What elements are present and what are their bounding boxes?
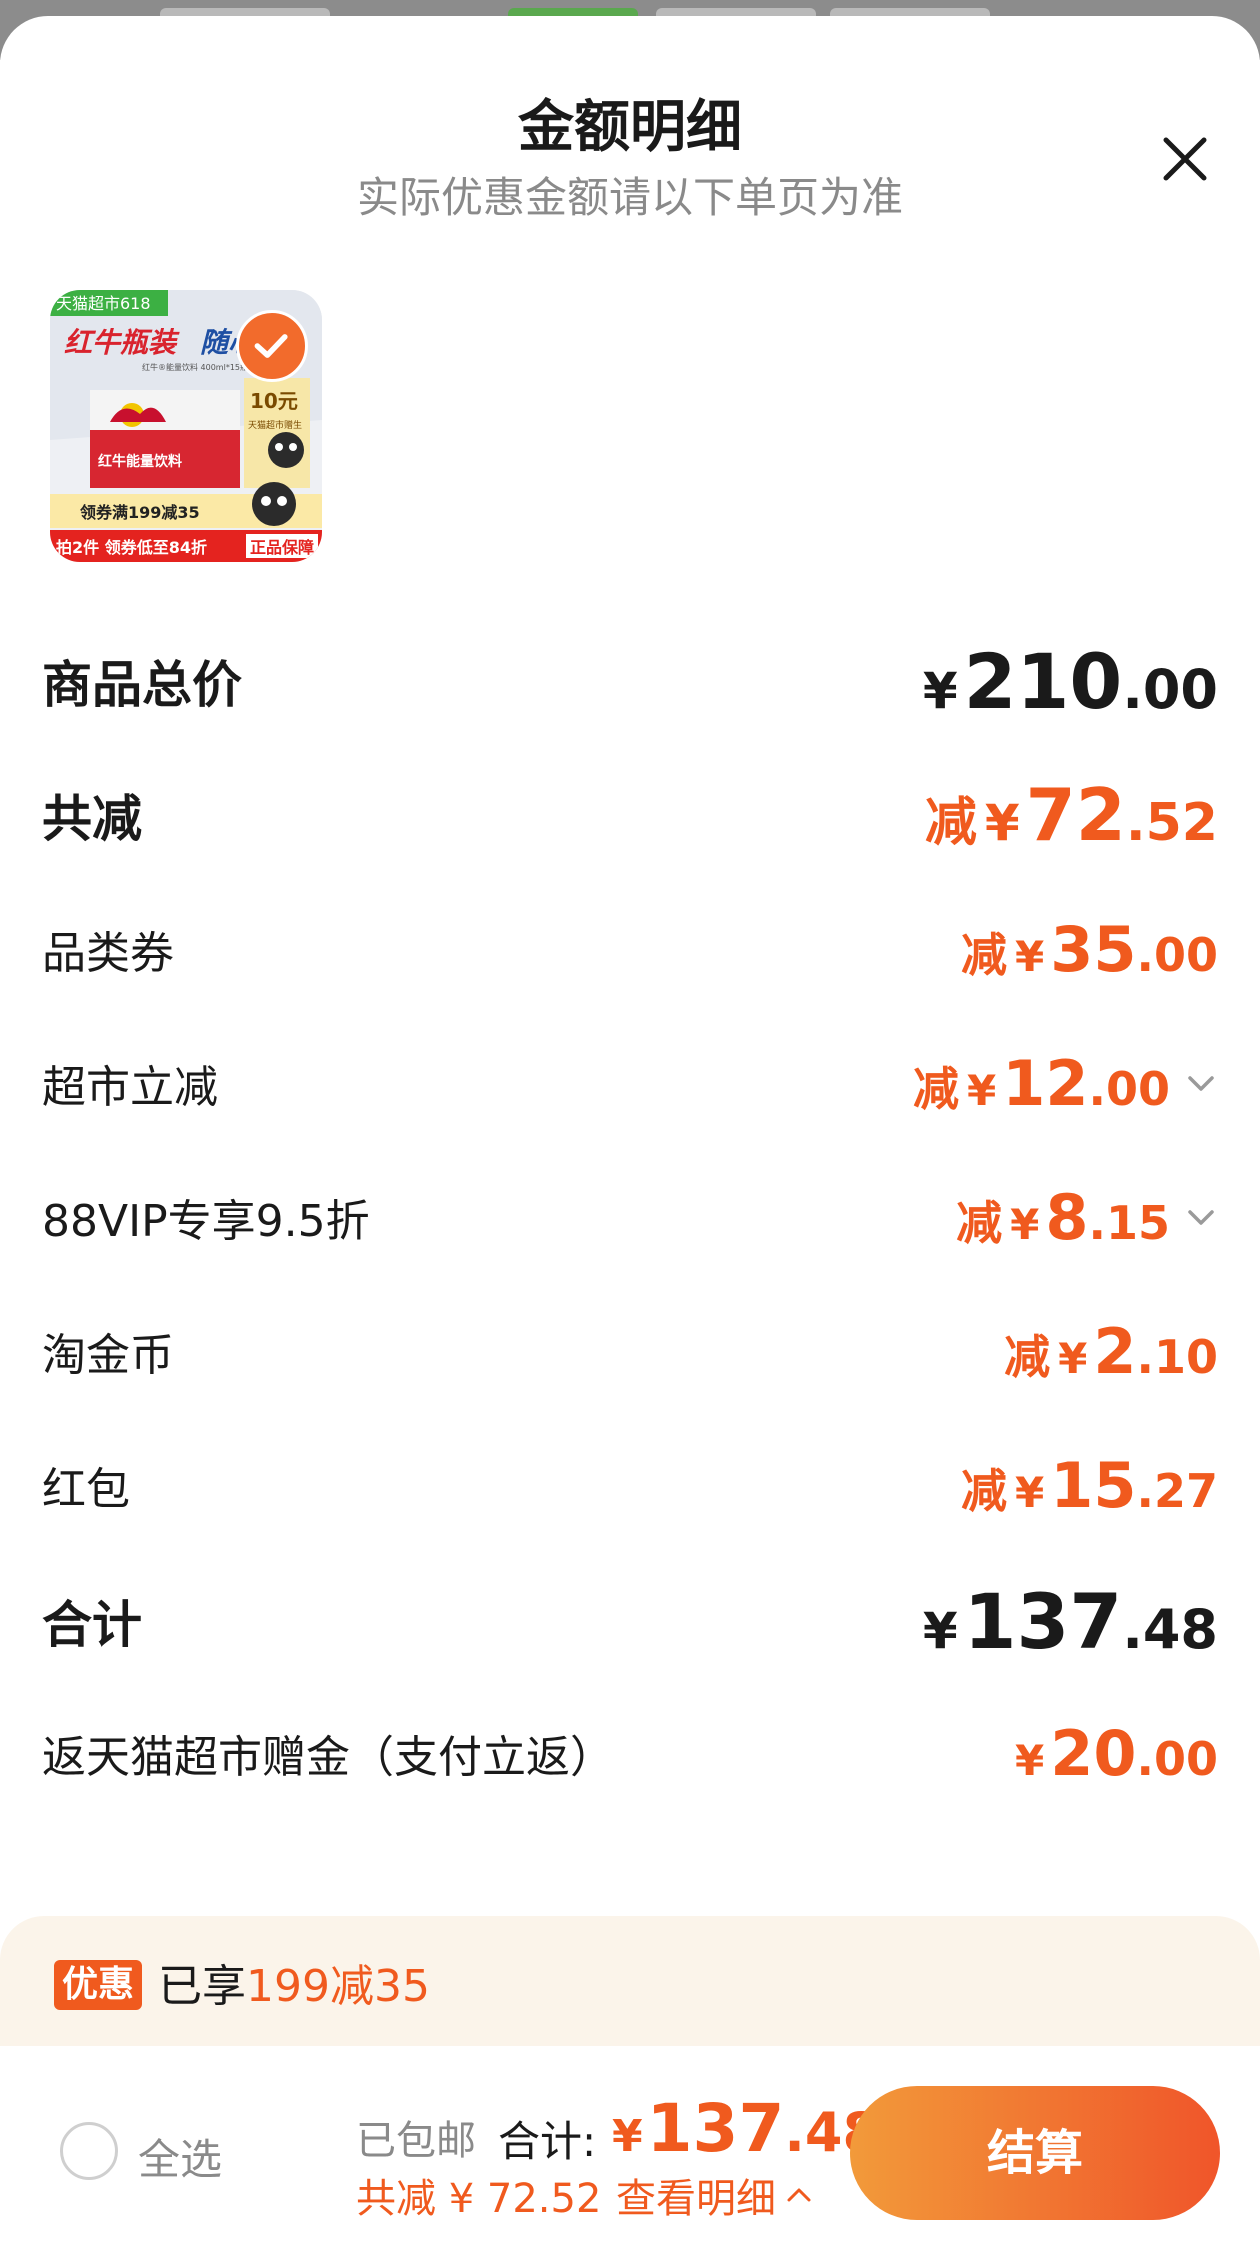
bottom-text: 拍2件 领券低至84折 — [56, 538, 207, 557]
amount-decimal: .00 — [1088, 1061, 1171, 1116]
sheet-title: 金额明细 — [518, 95, 742, 160]
side-price: 10元 — [250, 389, 298, 413]
row-category-coupon: 品类券 减 ¥ 35 .00 — [42, 904, 1218, 994]
row-total-discount: 共减 减 ¥ 72 .52 — [42, 770, 1218, 860]
row-label: 商品总价 — [42, 656, 242, 714]
product-spec: 红牛®能量饮料 400ml*15瓶 — [142, 362, 248, 372]
row-label: 共减 — [42, 790, 142, 848]
discount-prefix: 减 — [960, 927, 1007, 982]
close-button[interactable] — [1152, 126, 1218, 192]
select-all-label[interactable]: 全选 — [138, 2126, 222, 2187]
coupon-text: 领券满199减35 — [80, 503, 200, 522]
discount-prefix: 减 — [924, 793, 977, 853]
amount-decimal: .52 — [1125, 793, 1218, 853]
amount-integer: 72 — [1025, 773, 1126, 857]
amount-decimal: .00 — [1136, 1731, 1219, 1786]
amount-integer: 8 — [1045, 1180, 1089, 1254]
row-label: 返天猫超市赠金（支付立返） — [42, 1732, 614, 1783]
row-supermarket-discount[interactable]: 超市立减 减 ¥ 12 .00 — [42, 1038, 1218, 1128]
row-88vip-discount[interactable]: 88VIP专享9.5折 减 ¥ 8 .15 — [42, 1172, 1218, 1262]
sheet-subtitle: 实际优惠金额请以下单页为准 — [356, 173, 903, 222]
row-label: 品类券 — [42, 928, 174, 979]
row-amount: ¥ 210 .00 — [923, 637, 1218, 726]
select-all-radio[interactable] — [60, 2122, 118, 2180]
banner-title: 红牛瓶装 — [64, 326, 180, 359]
guarantee-text: 正品保障 — [250, 538, 314, 557]
checkout-button[interactable]: 结算 — [850, 2086, 1220, 2220]
row-red-packet: 红包 减 ¥ 15 .27 — [42, 1440, 1218, 1530]
row-grand-total: 合计 ¥ 137 .48 — [42, 1576, 1218, 1666]
row-amount: 减 ¥ 15 .27 — [961, 1449, 1218, 1522]
currency-symbol: ¥ — [612, 2111, 643, 2162]
promo-text: 已享199减35 — [158, 1950, 430, 2014]
currency-symbol: ¥ — [1014, 931, 1045, 981]
row-goods-total: 商品总价 ¥ 210 .00 — [42, 636, 1218, 726]
currency-symbol: ¥ — [1010, 1199, 1040, 1249]
row-label: 88VIP专享9.5折 — [42, 1196, 370, 1247]
view-detail-label: 查看明细 — [616, 2176, 776, 2222]
check-icon — [254, 334, 288, 358]
amount-integer: 137 — [646, 2090, 785, 2167]
row-label: 合计 — [42, 1596, 142, 1654]
row-cashback: 返天猫超市赠金（支付立返） ¥ 20 .00 — [42, 1708, 1218, 1798]
amount-integer: 15 — [1050, 1448, 1137, 1522]
chevron-up-icon — [787, 2188, 811, 2202]
currency-symbol: ¥ — [922, 661, 958, 720]
currency-symbol: ¥ — [984, 794, 1020, 852]
row-label: 红包 — [42, 1464, 130, 1515]
amount-integer: 137 — [963, 1576, 1123, 1666]
amount-integer: 210 — [963, 636, 1123, 726]
row-amount: 减 ¥ 72 .52 — [925, 773, 1218, 857]
box-text: 红牛能量饮料 — [98, 453, 182, 470]
amount-decimal: .10 — [1136, 1329, 1219, 1384]
currency-symbol: ¥ — [922, 1601, 958, 1660]
discount-prefix: 减 — [912, 1061, 959, 1116]
amount-integer: 12 — [1002, 1046, 1089, 1120]
currency-symbol: ¥ — [1014, 1467, 1045, 1517]
row-label: 超市立减 — [42, 1062, 218, 1113]
promo-prefix: 已享 — [158, 1961, 246, 2012]
amount-decimal: .15 — [1088, 1195, 1171, 1250]
amount-integer: 2 — [1093, 1314, 1137, 1388]
currency-symbol: ¥ — [1014, 1735, 1045, 1785]
discount-prefix: 减 — [1004, 1329, 1051, 1384]
close-icon — [1163, 137, 1207, 181]
row-amount: 减 ¥ 12 .00 — [913, 1047, 1218, 1120]
amount-integer: 35 — [1050, 912, 1137, 986]
chevron-down-icon[interactable] — [1184, 1200, 1218, 1234]
currency-symbol: ¥ — [1058, 1333, 1088, 1383]
chevron-down-icon[interactable] — [1184, 1066, 1218, 1100]
total-saving: 共减 ¥ 72.52 — [356, 2176, 602, 2222]
row-taobao-coins: 淘金币 减 ¥ 2 .10 — [42, 1306, 1218, 1396]
amount-decimal: .48 — [1122, 1597, 1218, 1661]
discount-prefix: 减 — [956, 1195, 1003, 1250]
total-amount: ¥ 137 .48 — [612, 2090, 880, 2167]
row-amount: 减 ¥ 35 .00 — [961, 913, 1218, 986]
amount-decimal: .27 — [1136, 1463, 1219, 1518]
selected-check-badge[interactable] — [236, 310, 308, 382]
row-amount: ¥ 137 .48 — [923, 1577, 1218, 1666]
promo-highlight: 199减35 — [246, 1961, 430, 2012]
amount-decimal: .00 — [1122, 657, 1218, 721]
discount-prefix: 减 — [960, 1463, 1007, 1518]
row-amount: ¥ 20 .00 — [1015, 1717, 1218, 1790]
total-label: 合计: — [498, 2117, 597, 2166]
amount-integer: 20 — [1050, 1716, 1137, 1790]
row-amount: 减 ¥ 8 .15 — [956, 1181, 1218, 1254]
row-amount: 减 ¥ 2 .10 — [1004, 1315, 1218, 1388]
row-label: 淘金币 — [42, 1330, 174, 1381]
shipping-label: 已包邮 — [356, 2118, 476, 2164]
view-detail-link[interactable]: 查看明细 — [616, 2166, 814, 2224]
side-note: 天猫超市赠生 — [248, 419, 302, 431]
banner-tag: 天猫超市618 — [56, 294, 151, 313]
promo-tag: 优惠 — [54, 1960, 143, 2010]
amount-decimal: .00 — [1136, 927, 1219, 982]
currency-symbol: ¥ — [966, 1065, 997, 1115]
